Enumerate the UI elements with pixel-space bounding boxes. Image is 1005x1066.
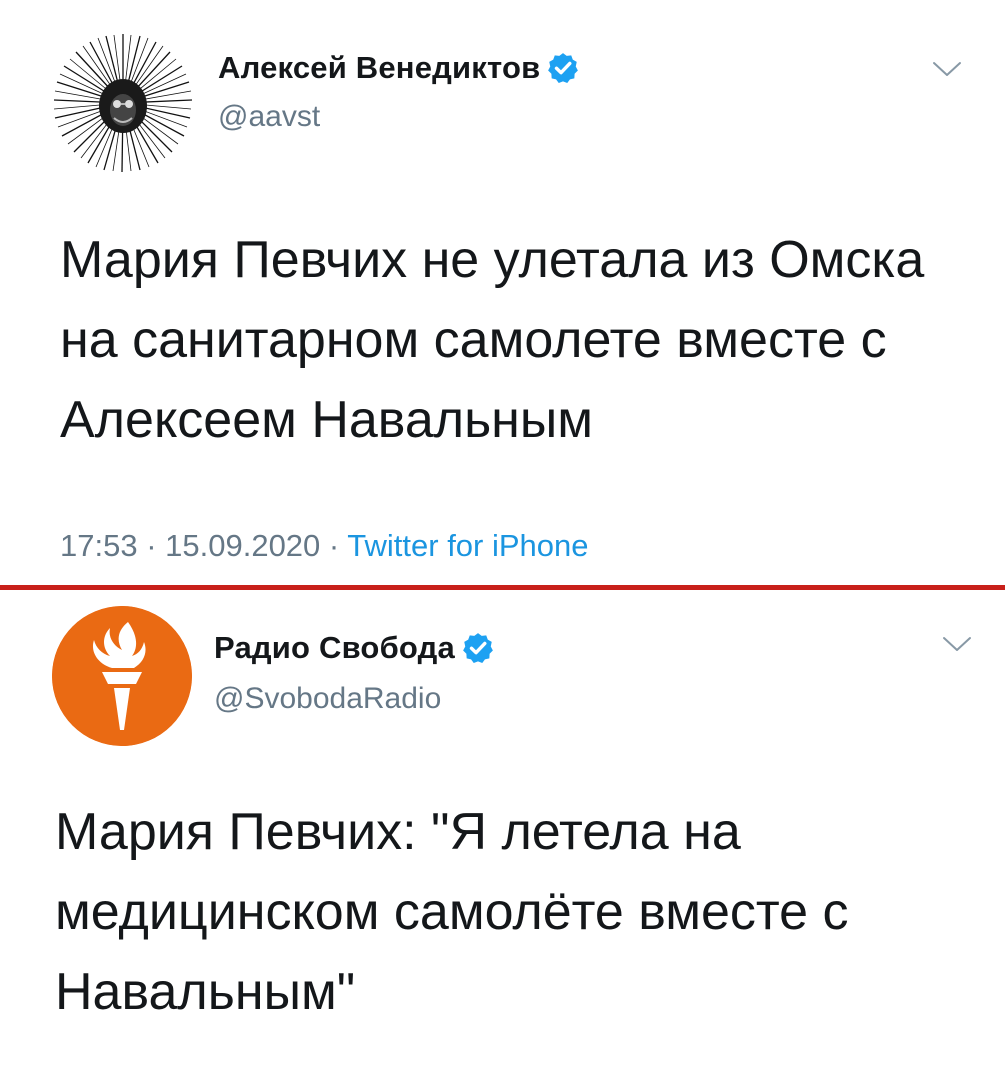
author-row: Радио Свобода (214, 630, 495, 666)
avatar[interactable] (50, 30, 196, 176)
screenshot-collage: Алексей Венедиктов @aavst Мария Певчих н… (0, 0, 1005, 1066)
tweet-card-svoboda[interactable]: Радио Свобода @SvobodaRadio Мария Певчих… (0, 592, 1005, 1066)
tweet-card-venediktov[interactable]: Алексей Венедиктов @aavst Мария Певчих н… (0, 0, 1005, 588)
tweet-text-line: Навальным" (55, 963, 356, 1021)
tweet-text-line: Мария Певчих не улетала из Омска (60, 231, 925, 289)
tweet-time[interactable]: 17:53 (60, 528, 138, 563)
avatar[interactable] (52, 606, 192, 746)
tweet-source-link[interactable]: Twitter for iPhone (347, 528, 588, 563)
torch-logo-icon (52, 606, 192, 746)
author-row: Алексей Венедиктов (218, 50, 580, 86)
chevron-down-icon[interactable] (932, 60, 962, 78)
portrait-etching-icon (50, 30, 196, 176)
tweet-text-line: Мария Певчих: "Я летела на (55, 803, 741, 861)
meta-separator: · (137, 528, 166, 563)
tweet-text: Мария Певчих не улетала из Омска на сани… (60, 220, 980, 460)
author-handle[interactable]: @SvobodaRadio (214, 682, 441, 716)
tweet-text-line: на санитарном самолете вместе с (60, 311, 887, 369)
verified-badge-icon (546, 51, 580, 85)
author-name[interactable]: Алексей Венедиктов (218, 50, 540, 86)
tweet-meta: 17:53 · 15.09.2020 · Twitter for iPhone (60, 528, 589, 564)
collage-divider (0, 585, 1005, 590)
verified-badge-icon (461, 631, 495, 665)
tweet-text-line: медицинском самолёте вместе с (55, 883, 849, 941)
chevron-down-icon[interactable] (942, 635, 972, 653)
author-name[interactable]: Радио Свобода (214, 630, 455, 666)
author-handle[interactable]: @aavst (218, 100, 320, 134)
tweet-text-line: Алексеем Навальным (60, 391, 594, 449)
tweet-text: Мария Певчих: "Я летела на медицинском с… (55, 792, 975, 1032)
tweet-date[interactable]: 15.09.2020 (165, 528, 320, 563)
meta-separator: · (320, 528, 348, 563)
